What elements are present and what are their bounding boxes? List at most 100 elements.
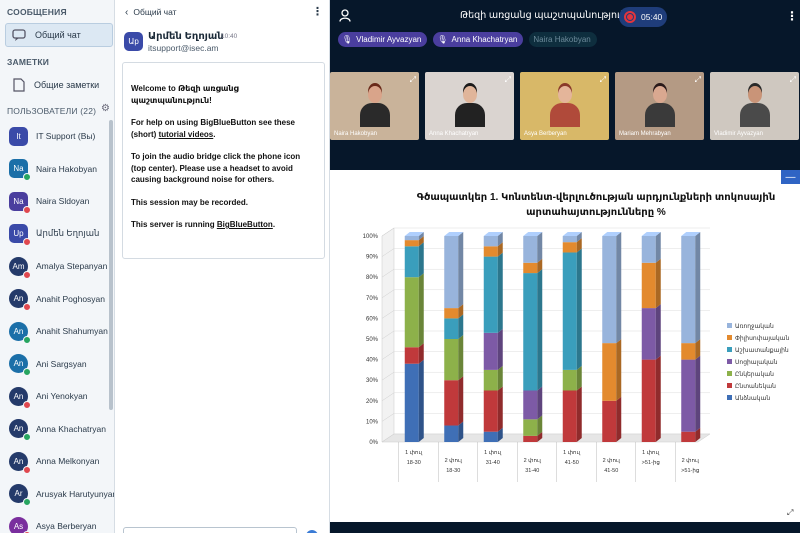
chat-options-icon[interactable]: ⋮ — [312, 5, 323, 18]
user-list-item[interactable]: It IT Support (Вы) — [9, 121, 95, 151]
user-list-item[interactable]: Na Naira Sldoyan — [9, 186, 89, 216]
user-name: Ani Sargsyan — [36, 358, 87, 369]
user-list-item[interactable]: An Anahit Poghosyan — [9, 284, 105, 314]
user-list-item[interactable]: Ar Arusyak Harutyunyan — [9, 479, 114, 509]
user-list-item[interactable]: Up Արմեն Եղոյան — [9, 219, 99, 249]
fullscreen-icon[interactable]: ⤢ — [787, 508, 793, 518]
x-tick-label: 41-50 — [565, 460, 579, 466]
legend-label: Սոցիալական — [735, 359, 778, 366]
y-tick-label: 80% — [366, 275, 379, 281]
avatar: An — [9, 451, 31, 474]
user-name: Naira Hakobyan — [36, 163, 97, 174]
video-tile[interactable]: ⤢ Mariam Mehrabyan — [615, 72, 704, 140]
chevron-left-icon[interactable]: ‹ — [125, 7, 128, 18]
bar-segment — [602, 236, 617, 344]
user-list-item[interactable]: An Anna Khachatryan — [9, 414, 106, 444]
legend-label: Առողջական — [735, 323, 774, 330]
status-badge — [23, 270, 31, 279]
video-tile[interactable]: ⤢ Asya Berberyan — [520, 72, 609, 140]
bar-segment-side — [497, 328, 503, 370]
bbb-link[interactable]: BigBlueButton — [217, 220, 273, 229]
bar-segment-side — [458, 314, 464, 339]
expand-icon[interactable]: ⤢ — [790, 75, 796, 85]
video-tile[interactable]: ⤢ Vladimir Ayvazyan — [710, 72, 799, 140]
bar-segment-side — [418, 242, 424, 278]
record-button[interactable]: 05:40 — [619, 7, 667, 27]
bar-segment — [483, 431, 498, 442]
user-name: Anahit Shahumyan — [36, 326, 108, 336]
y-tick-label: 90% — [366, 255, 379, 261]
user-list-item[interactable]: An Ani Sargsyan — [9, 349, 87, 379]
chat-message-input[interactable] — [123, 527, 297, 533]
expand-icon[interactable]: ⤢ — [600, 75, 606, 85]
bar-segment — [681, 431, 696, 442]
gear-icon[interactable]: ⚙ — [101, 104, 111, 114]
video-name: Vladimir Ayvazyan — [714, 131, 763, 137]
user-icon[interactable] — [339, 9, 353, 23]
bar-segment — [602, 343, 617, 401]
bar-segment-side — [418, 359, 424, 442]
expand-icon[interactable]: ⤢ — [410, 75, 416, 85]
bar-segment — [523, 435, 538, 442]
user-list-item[interactable]: An Anna Melkonyan — [9, 446, 99, 476]
x-tick-label: 2 փուլ — [524, 457, 542, 464]
status-badge — [23, 205, 31, 214]
user-name: IT Support (Вы) — [36, 131, 96, 141]
status-badge — [23, 433, 31, 441]
video-tile[interactable]: ⤢ Anna Khachatryan — [425, 72, 514, 140]
expand-icon[interactable]: ⤢ — [505, 75, 511, 85]
record-icon — [624, 11, 636, 23]
recorded-text: This session may be recorded. — [131, 197, 248, 207]
status-badge — [23, 498, 31, 506]
user-name: Amalya Stepanyan — [36, 261, 108, 271]
participant-video — [360, 86, 390, 127]
talker-chip[interactable]: 🎙 Anna Khachatryan — [433, 32, 524, 47]
talker-chip[interactable]: 🎙 Vladimir Ayvazyan — [338, 32, 428, 47]
user-list-item[interactable]: An Ani Yenokyan — [9, 381, 88, 411]
avatar: Up — [9, 224, 31, 246]
user-name: Anahit Poghosyan — [36, 293, 105, 304]
audio-text: To join the audio bridge click the phone… — [131, 152, 301, 184]
talker-chip[interactable]: Naira Hakobyan — [529, 32, 597, 47]
x-tick-label: 2 փուլ — [445, 457, 463, 464]
x-tick-label: 31-40 — [525, 468, 539, 474]
user-name: Asya Berberyan — [36, 521, 97, 531]
legend-label: Աշխատանքային — [735, 347, 789, 354]
x-tick-label: 31-40 — [486, 460, 500, 466]
tutorial-link[interactable]: tutorial videos — [159, 130, 214, 139]
legend-swatch — [727, 347, 732, 352]
minimize-presentation-button[interactable]: — — [781, 170, 800, 184]
avatar: An — [9, 386, 31, 409]
sidebar-scrollbar[interactable] — [109, 120, 113, 410]
shared-notes-item[interactable]: Общие заметки — [5, 73, 113, 97]
user-list-item[interactable]: Am Amalya Stepanyan — [9, 251, 107, 281]
bar-segment — [404, 236, 419, 241]
y-tick-label: 40% — [366, 358, 379, 364]
bar-segment-side — [537, 386, 543, 420]
user-name: Ani Yenokyan — [36, 391, 88, 401]
x-tick-label: 41-50 — [604, 468, 618, 474]
server-text-body: This server is running — [131, 220, 215, 229]
avatar: Am — [9, 256, 31, 279]
sidebar: СООБЩЕНИЯ Общий чат ЗАМЕТКИ Общие заметк… — [0, 0, 115, 533]
user-list-item[interactable]: Na Naira Hakobyan — [9, 154, 97, 184]
bar-segment-side — [655, 304, 661, 360]
help-text-body: For help on using BigBlueButton see thes… — [131, 118, 296, 139]
participant-video — [455, 86, 485, 127]
video-name: Anna Khachatryan — [429, 131, 479, 137]
chat-icon — [11, 28, 29, 42]
public-chat-item[interactable]: Общий чат — [5, 23, 113, 47]
status-badge — [23, 465, 31, 474]
chat-header[interactable]: ‹ Общий чат — [115, 0, 330, 24]
chart: 0% 10% 20% 30% 40% 50% 60% 70% 80% 90% 100% 1 փուլ 1… — [363, 227, 790, 482]
status-badge — [23, 335, 31, 344]
x-tick-label: >51-ից — [642, 459, 661, 466]
options-icon[interactable]: ⋮ — [786, 9, 798, 23]
bar-segment-side — [576, 248, 582, 370]
user-list-item[interactable]: As Asya Berberyan — [9, 511, 96, 533]
video-tile[interactable]: ⤢ Naira Hakobyan — [330, 72, 419, 140]
bar-segment-side — [616, 396, 622, 442]
video-name: Mariam Mehrabyan — [619, 131, 671, 137]
user-list-item[interactable]: An Anahit Shahumyan — [9, 316, 108, 346]
expand-icon[interactable]: ⤢ — [695, 75, 701, 85]
